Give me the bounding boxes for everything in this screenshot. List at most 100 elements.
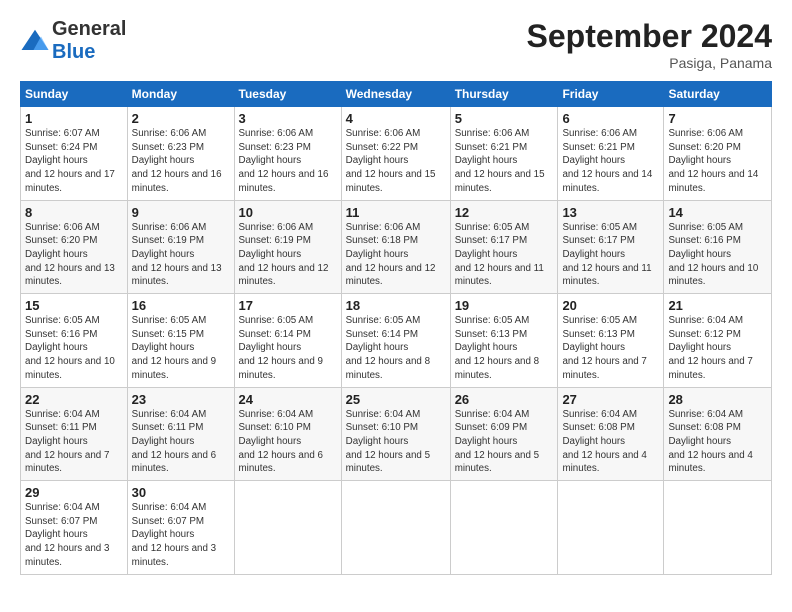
day-number: 18 — [346, 298, 446, 313]
logo-icon — [20, 26, 50, 56]
day-number: 30 — [132, 485, 230, 500]
logo-text: General Blue — [52, 18, 126, 64]
day-number: 8 — [25, 205, 123, 220]
col-saturday: Saturday — [664, 82, 772, 107]
table-row: 20 Sunrise: 6:05 AMSunset: 6:13 PMDaylig… — [558, 294, 664, 388]
day-info: Sunrise: 6:06 AMSunset: 6:20 PMDaylight … — [25, 222, 115, 288]
table-row: 4 Sunrise: 6:06 AMSunset: 6:22 PMDayligh… — [341, 107, 450, 201]
day-number: 22 — [25, 392, 123, 407]
location: Pasiga, Panama — [527, 55, 772, 71]
table-row: 7 Sunrise: 6:06 AMSunset: 6:20 PMDayligh… — [664, 107, 772, 201]
day-number: 5 — [455, 111, 554, 126]
day-number: 25 — [346, 392, 446, 407]
table-row: 8 Sunrise: 6:06 AMSunset: 6:20 PMDayligh… — [21, 200, 128, 294]
table-row: 18 Sunrise: 6:05 AMSunset: 6:14 PMDaylig… — [341, 294, 450, 388]
day-number: 21 — [668, 298, 767, 313]
day-number: 7 — [668, 111, 767, 126]
day-info: Sunrise: 6:06 AMSunset: 6:21 PMDaylight … — [562, 128, 652, 194]
day-number: 27 — [562, 392, 659, 407]
table-row: 22 Sunrise: 6:04 AMSunset: 6:11 PMDaylig… — [21, 387, 128, 481]
day-number: 3 — [239, 111, 337, 126]
table-row: 27 Sunrise: 6:04 AMSunset: 6:08 PMDaylig… — [558, 387, 664, 481]
day-info: Sunrise: 6:06 AMSunset: 6:22 PMDaylight … — [346, 128, 436, 194]
day-info: Sunrise: 6:04 AMSunset: 6:09 PMDaylight … — [455, 409, 539, 475]
day-number: 4 — [346, 111, 446, 126]
day-info: Sunrise: 6:05 AMSunset: 6:17 PMDaylight … — [562, 222, 651, 288]
col-wednesday: Wednesday — [341, 82, 450, 107]
table-row: 23 Sunrise: 6:04 AMSunset: 6:11 PMDaylig… — [127, 387, 234, 481]
day-info: Sunrise: 6:04 AMSunset: 6:08 PMDaylight … — [562, 409, 646, 475]
table-row: 25 Sunrise: 6:04 AMSunset: 6:10 PMDaylig… — [341, 387, 450, 481]
table-row: 10 Sunrise: 6:06 AMSunset: 6:19 PMDaylig… — [234, 200, 341, 294]
table-row: 12 Sunrise: 6:05 AMSunset: 6:17 PMDaylig… — [450, 200, 558, 294]
title-block: September 2024 Pasiga, Panama — [527, 18, 772, 71]
day-info: Sunrise: 6:05 AMSunset: 6:13 PMDaylight … — [562, 315, 646, 381]
day-number: 9 — [132, 205, 230, 220]
day-number: 1 — [25, 111, 123, 126]
col-friday: Friday — [558, 82, 664, 107]
table-row: 24 Sunrise: 6:04 AMSunset: 6:10 PMDaylig… — [234, 387, 341, 481]
header: General Blue September 2024 Pasiga, Pana… — [20, 18, 772, 71]
day-info: Sunrise: 6:04 AMSunset: 6:07 PMDaylight … — [132, 502, 216, 568]
day-number: 16 — [132, 298, 230, 313]
day-number: 24 — [239, 392, 337, 407]
day-number: 11 — [346, 205, 446, 220]
day-number: 2 — [132, 111, 230, 126]
table-row: 9 Sunrise: 6:06 AMSunset: 6:19 PMDayligh… — [127, 200, 234, 294]
month-title: September 2024 — [527, 18, 772, 55]
calendar-header-row: Sunday Monday Tuesday Wednesday Thursday… — [21, 82, 772, 107]
table-row: 19 Sunrise: 6:05 AMSunset: 6:13 PMDaylig… — [450, 294, 558, 388]
table-row: 17 Sunrise: 6:05 AMSunset: 6:14 PMDaylig… — [234, 294, 341, 388]
day-number: 29 — [25, 485, 123, 500]
day-number: 14 — [668, 205, 767, 220]
logo: General Blue — [20, 18, 126, 64]
day-number: 12 — [455, 205, 554, 220]
day-info: Sunrise: 6:06 AMSunset: 6:23 PMDaylight … — [239, 128, 329, 194]
day-info: Sunrise: 6:05 AMSunset: 6:16 PMDaylight … — [668, 222, 758, 288]
day-info: Sunrise: 6:04 AMSunset: 6:10 PMDaylight … — [239, 409, 323, 475]
day-info: Sunrise: 6:04 AMSunset: 6:07 PMDaylight … — [25, 502, 109, 568]
table-row: 26 Sunrise: 6:04 AMSunset: 6:09 PMDaylig… — [450, 387, 558, 481]
day-info: Sunrise: 6:04 AMSunset: 6:08 PMDaylight … — [668, 409, 752, 475]
calendar: Sunday Monday Tuesday Wednesday Thursday… — [20, 81, 772, 575]
table-row — [450, 481, 558, 575]
table-row: 16 Sunrise: 6:05 AMSunset: 6:15 PMDaylig… — [127, 294, 234, 388]
table-row: 14 Sunrise: 6:05 AMSunset: 6:16 PMDaylig… — [664, 200, 772, 294]
day-info: Sunrise: 6:05 AMSunset: 6:14 PMDaylight … — [346, 315, 430, 381]
col-thursday: Thursday — [450, 82, 558, 107]
table-row: 15 Sunrise: 6:05 AMSunset: 6:16 PMDaylig… — [21, 294, 128, 388]
table-row: 29 Sunrise: 6:04 AMSunset: 6:07 PMDaylig… — [21, 481, 128, 575]
calendar-week-row: 8 Sunrise: 6:06 AMSunset: 6:20 PMDayligh… — [21, 200, 772, 294]
table-row: 2 Sunrise: 6:06 AMSunset: 6:23 PMDayligh… — [127, 107, 234, 201]
col-monday: Monday — [127, 82, 234, 107]
day-info: Sunrise: 6:04 AMSunset: 6:11 PMDaylight … — [25, 409, 109, 475]
day-info: Sunrise: 6:05 AMSunset: 6:14 PMDaylight … — [239, 315, 323, 381]
day-info: Sunrise: 6:05 AMSunset: 6:17 PMDaylight … — [455, 222, 544, 288]
day-number: 10 — [239, 205, 337, 220]
day-info: Sunrise: 6:06 AMSunset: 6:19 PMDaylight … — [239, 222, 329, 288]
day-info: Sunrise: 6:06 AMSunset: 6:21 PMDaylight … — [455, 128, 545, 194]
calendar-week-row: 1 Sunrise: 6:07 AMSunset: 6:24 PMDayligh… — [21, 107, 772, 201]
day-number: 20 — [562, 298, 659, 313]
table-row — [234, 481, 341, 575]
day-info: Sunrise: 6:07 AMSunset: 6:24 PMDaylight … — [25, 128, 115, 194]
table-row: 3 Sunrise: 6:06 AMSunset: 6:23 PMDayligh… — [234, 107, 341, 201]
table-row: 21 Sunrise: 6:04 AMSunset: 6:12 PMDaylig… — [664, 294, 772, 388]
day-info: Sunrise: 6:04 AMSunset: 6:10 PMDaylight … — [346, 409, 430, 475]
day-info: Sunrise: 6:04 AMSunset: 6:12 PMDaylight … — [668, 315, 752, 381]
table-row: 30 Sunrise: 6:04 AMSunset: 6:07 PMDaylig… — [127, 481, 234, 575]
table-row — [341, 481, 450, 575]
table-row — [558, 481, 664, 575]
table-row: 5 Sunrise: 6:06 AMSunset: 6:21 PMDayligh… — [450, 107, 558, 201]
day-number: 17 — [239, 298, 337, 313]
day-number: 19 — [455, 298, 554, 313]
day-info: Sunrise: 6:04 AMSunset: 6:11 PMDaylight … — [132, 409, 216, 475]
day-info: Sunrise: 6:05 AMSunset: 6:13 PMDaylight … — [455, 315, 539, 381]
day-info: Sunrise: 6:06 AMSunset: 6:20 PMDaylight … — [668, 128, 758, 194]
day-info: Sunrise: 6:06 AMSunset: 6:18 PMDaylight … — [346, 222, 436, 288]
page: General Blue September 2024 Pasiga, Pana… — [0, 0, 792, 585]
table-row: 28 Sunrise: 6:04 AMSunset: 6:08 PMDaylig… — [664, 387, 772, 481]
day-info: Sunrise: 6:05 AMSunset: 6:15 PMDaylight … — [132, 315, 216, 381]
table-row: 13 Sunrise: 6:05 AMSunset: 6:17 PMDaylig… — [558, 200, 664, 294]
day-info: Sunrise: 6:05 AMSunset: 6:16 PMDaylight … — [25, 315, 115, 381]
